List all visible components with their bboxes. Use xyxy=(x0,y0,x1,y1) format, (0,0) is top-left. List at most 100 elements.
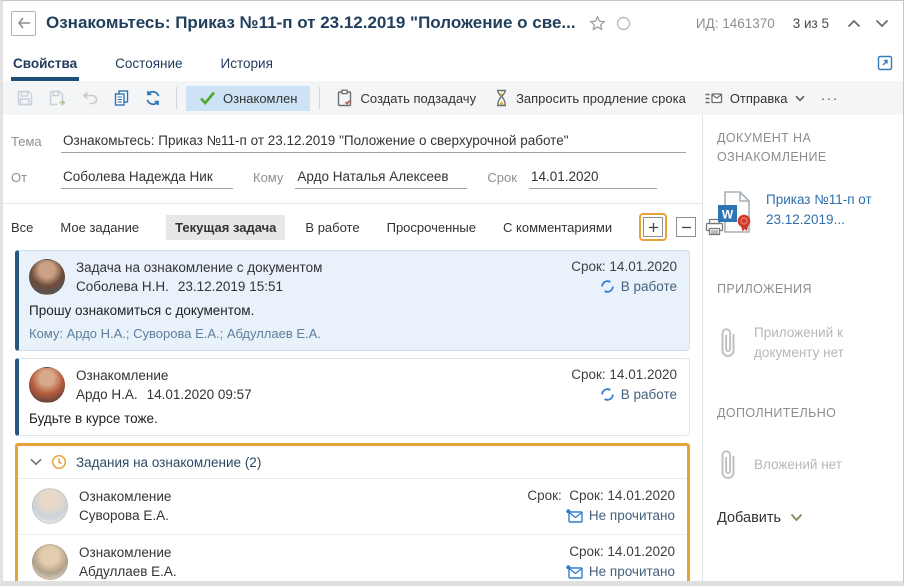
card-title: Ознакомление xyxy=(79,545,555,560)
task-card[interactable]: Ознакомление Абдуллаев Е.А. Срок: 14.01.… xyxy=(18,535,687,586)
refresh-icon xyxy=(144,89,162,107)
refresh-button[interactable] xyxy=(137,84,169,112)
filter-current-task[interactable]: Текущая задача xyxy=(166,215,285,240)
subject-label: Тема xyxy=(11,134,61,153)
subtask-clipboard-icon xyxy=(336,89,353,107)
green-check-icon xyxy=(199,91,216,105)
avatar xyxy=(29,259,65,295)
toolbar-separator xyxy=(319,87,320,109)
card-due: Срок: 14.01.2020 xyxy=(571,259,677,274)
to-field[interactable] xyxy=(295,167,467,189)
avatar xyxy=(29,367,65,403)
create-subtask-label: Создать подзадачу xyxy=(360,91,476,106)
filter-my-task[interactable]: Мое задание xyxy=(60,215,139,240)
group-title: Задания на ознакомление (2) xyxy=(76,455,261,470)
toolbar: Ознакомлен Создать подзадачу Запросить п… xyxy=(3,81,903,115)
clock-icon xyxy=(51,454,67,470)
next-item-chevron-down-icon[interactable] xyxy=(875,19,889,28)
main-column: Тема От Кому Срок Все Мое задание Текуща… xyxy=(3,115,702,581)
save-button[interactable] xyxy=(9,84,41,112)
card-status: Не прочитано xyxy=(589,564,675,579)
request-extension-button[interactable]: Запросить продление срока xyxy=(485,84,695,112)
svg-text:W: W xyxy=(722,207,734,221)
acknowledged-button[interactable]: Ознакомлен xyxy=(186,86,310,111)
attachments-empty-item: Приложений к документу нет xyxy=(717,323,889,362)
filter-with-comments[interactable]: С комментариями xyxy=(503,215,612,240)
document-link-item[interactable]: W Приказ №11-п от 23.12.2019... xyxy=(717,190,889,234)
add-attachment-button[interactable]: Добавить xyxy=(717,510,803,526)
acknowledged-label: Ознакомлен xyxy=(223,91,297,106)
subject-field[interactable] xyxy=(61,131,686,153)
card-body: Прошу ознакомиться с документом. xyxy=(29,303,677,318)
undo-button[interactable] xyxy=(74,85,106,111)
chevron-down-icon xyxy=(795,95,805,102)
feed-filter-bar: Все Мое задание Текущая задача В работе … xyxy=(3,204,702,248)
title-bar: Ознакомьтесь: Приказ №11-п от 23.12.2019… xyxy=(3,1,903,45)
request-extension-label: Запросить продление срока xyxy=(516,91,686,106)
paperclip-icon xyxy=(717,448,739,482)
tab-history[interactable]: История xyxy=(219,56,275,81)
filter-overdue[interactable]: Просроченные xyxy=(387,215,476,240)
copy-button[interactable] xyxy=(106,84,137,112)
save-icon xyxy=(16,89,34,107)
card-status: В работе xyxy=(621,279,677,294)
in-progress-icon xyxy=(600,279,615,294)
word-document-icon: W xyxy=(717,190,755,234)
card-author: Абдуллаев Е.А. xyxy=(79,564,177,579)
content-area: Тема От Кому Срок Все Мое задание Текуща… xyxy=(3,115,903,581)
status-circle-icon[interactable] xyxy=(616,16,631,31)
filter-all[interactable]: Все xyxy=(11,215,33,240)
card-recipients: Кому: Ардо Н.А.; Суворова Е.А.; Абдуллае… xyxy=(29,326,677,341)
document-link[interactable]: Приказ №11-п от 23.12.2019... xyxy=(766,190,886,231)
expand-all-button[interactable] xyxy=(643,217,663,237)
tab-state[interactable]: Состояние xyxy=(113,56,184,81)
favorite-star-icon[interactable] xyxy=(589,15,606,32)
pager-counter: 3 из 5 xyxy=(793,16,829,31)
card-status: Не прочитано xyxy=(589,508,675,523)
send-label: Отправка xyxy=(730,91,788,106)
attachments-sidebar: ДОКУМЕНТ НА ОЗНАКОМЛЕНИЕ W Приказ №11-п … xyxy=(703,115,903,581)
toolbar-separator xyxy=(176,87,177,109)
task-form: Тема От Кому Срок xyxy=(3,115,702,203)
avatar xyxy=(32,544,68,580)
card-title: Ознакомление xyxy=(79,489,516,504)
unread-envelope-icon xyxy=(566,565,583,579)
paperclip-icon xyxy=(717,326,739,360)
additional-empty-item: Вложений нет xyxy=(717,448,889,482)
create-subtask-button[interactable]: Создать подзадачу xyxy=(327,84,485,112)
copy-icon xyxy=(113,89,130,107)
card-due: Срок: 14.01.2020 xyxy=(571,367,677,382)
back-button[interactable] xyxy=(11,11,36,36)
card-datetime: 23.12.2019 15:51 xyxy=(178,279,283,294)
card-due: Срок: 14.01.2020 xyxy=(566,544,675,559)
add-label: Добавить xyxy=(717,510,781,526)
card-author: Соболева Н.Н. xyxy=(76,279,169,294)
tab-bar: Свойства Состояние История xyxy=(3,45,903,81)
card-body: Будьте в курсе тоже. xyxy=(29,411,677,426)
card-due: Срок: Срок: 14.01.2020 xyxy=(527,488,675,503)
plus-icon xyxy=(648,222,659,233)
filter-in-progress[interactable]: В работе xyxy=(305,215,359,240)
open-in-new-window-icon[interactable] xyxy=(877,55,893,71)
minus-icon xyxy=(681,222,692,233)
save-and-close-icon xyxy=(48,89,67,107)
to-label: Кому xyxy=(253,170,283,189)
card-author: Суворова Е.А. xyxy=(79,508,169,523)
prev-item-chevron-up-icon[interactable] xyxy=(847,19,861,28)
task-feed: Задача на ознакомление с документом Собо… xyxy=(3,248,702,581)
send-button[interactable]: Отправка xyxy=(695,86,814,111)
card-title: Ознакомление xyxy=(76,368,560,383)
task-card[interactable]: Ознакомление Суворова Е.А. Срок: Срок: 1… xyxy=(18,479,687,535)
from-field[interactable] xyxy=(61,167,233,189)
task-card[interactable]: Задача на ознакомление с документом Собо… xyxy=(15,250,690,351)
tab-properties[interactable]: Свойства xyxy=(11,56,79,81)
more-actions-button[interactable]: ··· xyxy=(814,85,846,112)
group-header[interactable]: Задания на ознакомление (2) xyxy=(18,446,687,479)
document-id: ИД: 1461370 xyxy=(696,16,775,31)
chevron-down-icon xyxy=(790,513,803,522)
task-card[interactable]: Ознакомление Ардо Н.А.14.01.2020 09:57 С… xyxy=(15,358,690,436)
due-date-field[interactable] xyxy=(529,167,657,189)
collapse-all-button[interactable] xyxy=(676,217,696,237)
send-list-icon xyxy=(704,91,723,106)
save-and-close-button[interactable] xyxy=(41,84,74,112)
